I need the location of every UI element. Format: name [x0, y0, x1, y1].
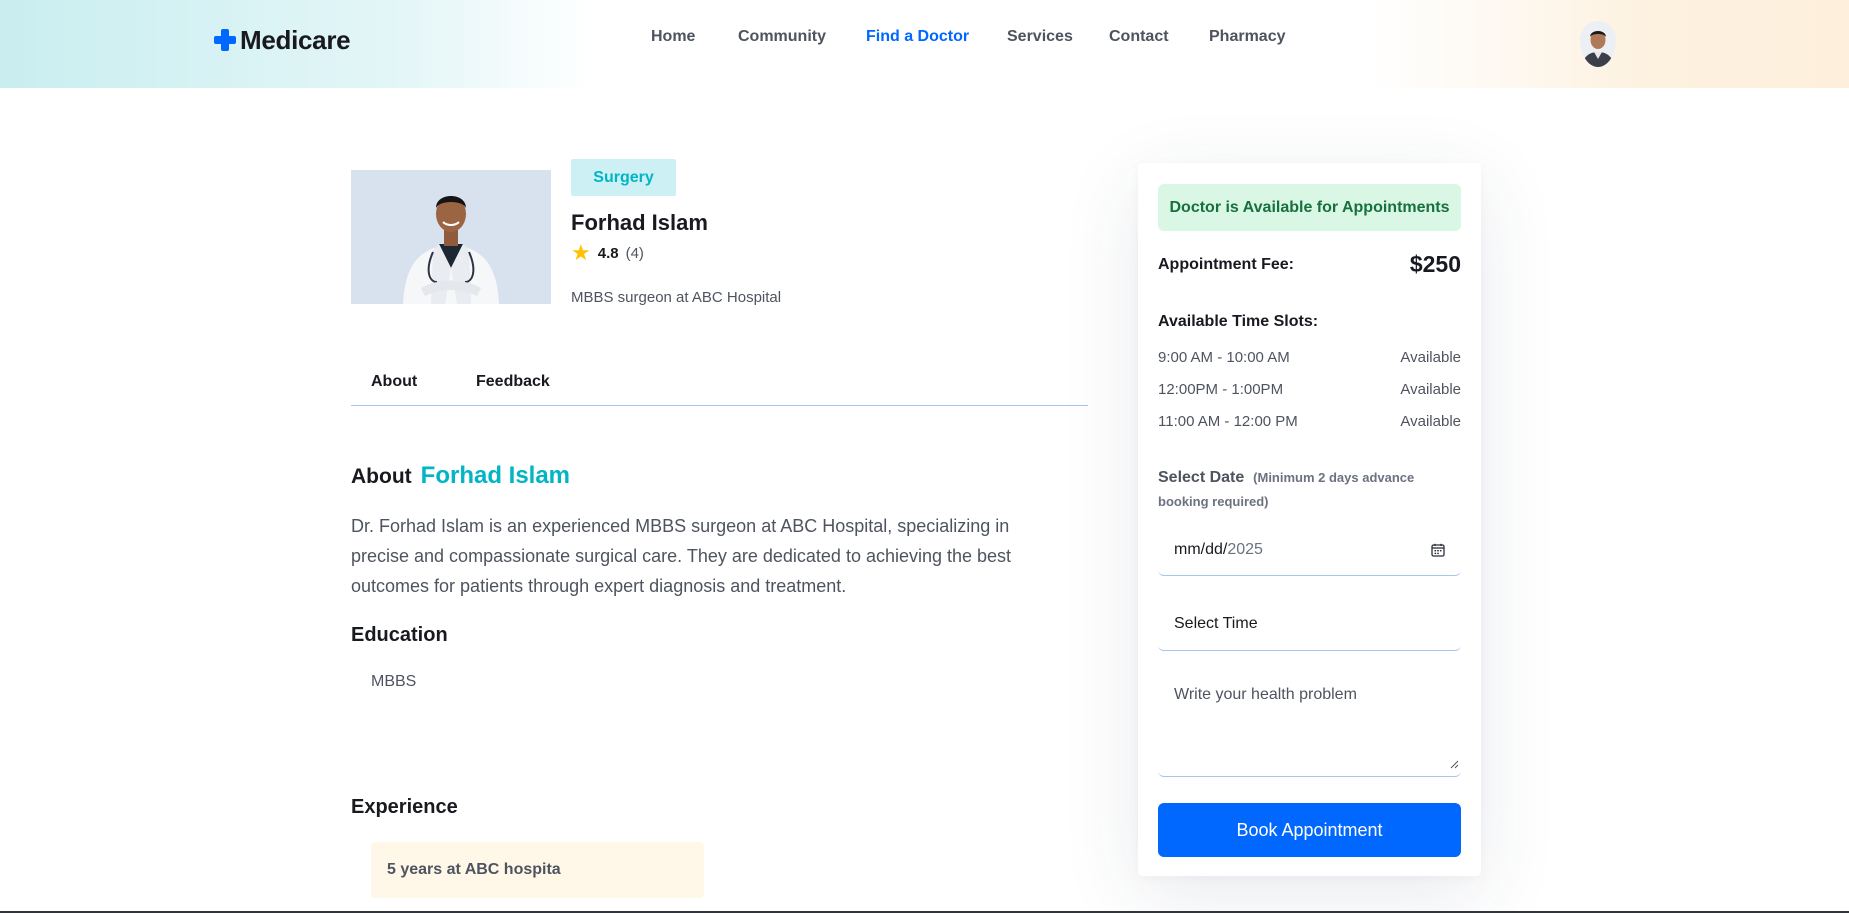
- fee-value: $250: [1409, 251, 1461, 277]
- book-appointment-button[interactable]: Book Appointment: [1158, 803, 1461, 857]
- profile-tabs: About Feedback: [351, 362, 1088, 406]
- doctor-name: Forhad Islam: [571, 210, 708, 235]
- select-time-dropdown[interactable]: Select Time: [1158, 598, 1461, 651]
- tab-about-active-indicator: [351, 405, 435, 406]
- doctor-title: MBBS surgeon at ABC Hospital: [571, 289, 782, 306]
- doctor-rating: ★ 4.8 (4): [571, 240, 644, 265]
- select-time-value: Select Time: [1174, 615, 1258, 632]
- about-heading: About Forhad Islam: [351, 462, 570, 490]
- education-heading: Education: [351, 624, 448, 646]
- user-avatar-image: [1580, 21, 1616, 67]
- select-date-label: Select Date (Minimum 2 days advance book…: [1158, 466, 1461, 514]
- fee-row: Appointment Fee: $250: [1158, 251, 1461, 278]
- rating-value: 4.8: [597, 244, 619, 262]
- resize-handle-icon[interactable]: [1449, 756, 1459, 774]
- slot-time: 9:00 AM - 10:00 AM: [1158, 349, 1290, 366]
- booking-panel: Doctor is Available for Appointments App…: [1138, 163, 1481, 876]
- slot-time: 12:00PM - 1:00PM: [1158, 381, 1284, 398]
- about-heading-name: Forhad Islam: [420, 462, 571, 489]
- about-description: Dr. Forhad Islam is an experienced MBBS …: [351, 516, 1012, 596]
- time-slot: 9:00 AM - 10:00 AM Available: [1158, 349, 1461, 366]
- slot-status: Available: [1400, 349, 1461, 366]
- rating-count: (4): [625, 244, 644, 262]
- calendar-icon[interactable]: [1431, 543, 1445, 557]
- experience-heading: Experience: [351, 796, 458, 818]
- about-heading-label: About: [351, 465, 412, 488]
- main-nav: Home Community Find a Doctor Services Co…: [0, 28, 1849, 52]
- education-item: MBBS: [371, 673, 417, 690]
- select-date-title: Select Date: [1158, 469, 1245, 486]
- tab-feedback[interactable]: Feedback: [476, 373, 550, 391]
- health-problem-placeholder: Write your health problem: [1174, 686, 1357, 703]
- nav-services[interactable]: Services: [1007, 28, 1073, 46]
- doctor-photo: [351, 170, 551, 304]
- experience-item: 5 years at ABC hospita: [371, 842, 704, 898]
- nav-find-a-doctor[interactable]: Find a Doctor: [866, 28, 969, 46]
- nav-home[interactable]: Home: [651, 28, 695, 46]
- time-slot: 12:00PM - 1:00PM Available: [1158, 381, 1461, 398]
- fee-label: Appointment Fee:: [1158, 255, 1294, 273]
- availability-banner: Doctor is Available for Appointments: [1158, 184, 1461, 231]
- date-input[interactable]: mm/dd/2025: [1158, 524, 1461, 576]
- nav-community[interactable]: Community: [738, 28, 826, 46]
- date-year: 2025: [1227, 540, 1263, 558]
- slot-status: Available: [1400, 381, 1461, 398]
- slot-time: 11:00 AM - 12:00 PM: [1158, 413, 1298, 430]
- user-avatar[interactable]: [1580, 21, 1616, 67]
- nav-pharmacy[interactable]: Pharmacy: [1209, 28, 1286, 46]
- doctor-portrait: [351, 170, 551, 304]
- time-slot: 11:00 AM - 12:00 PM Available: [1158, 413, 1461, 430]
- nav-contact[interactable]: Contact: [1109, 28, 1169, 46]
- star-icon: ★: [571, 240, 591, 265]
- time-slots-title: Available Time Slots:: [1158, 313, 1319, 330]
- site-header: Medicare Home Community Find a Doctor Se…: [0, 0, 1849, 88]
- date-input-value: mm/dd/2025: [1174, 541, 1263, 559]
- specialty-badge: Surgery: [571, 159, 676, 196]
- health-problem-textarea[interactable]: Write your health problem: [1158, 671, 1461, 777]
- tab-about[interactable]: About: [371, 373, 417, 391]
- slot-status: Available: [1400, 413, 1461, 430]
- date-placeholder: mm/dd/: [1174, 540, 1228, 558]
